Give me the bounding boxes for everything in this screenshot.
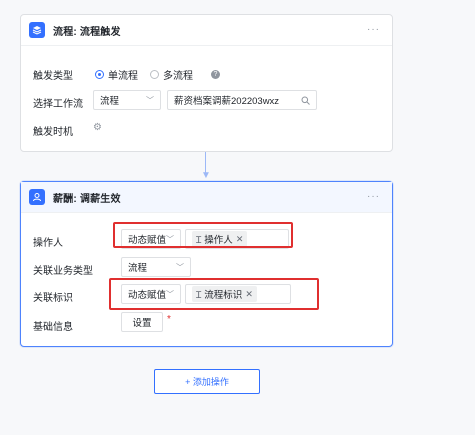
workflow-search-value: 薪资档案调薪202203wxz	[174, 96, 280, 107]
highlight-box-identifier	[109, 278, 319, 310]
identifier-label: 关联标识	[33, 293, 73, 304]
multi-flow-radio[interactable]	[150, 70, 159, 79]
required-mark: *	[167, 314, 171, 325]
workflow-type-select[interactable]: 流程 ﹀	[93, 90, 161, 110]
trigger-time-label: 触发时机	[33, 127, 73, 138]
workflow-label: 选择工作流	[33, 99, 83, 110]
gear-icon[interactable]: ⚙	[93, 122, 102, 133]
workflow-type-value: 流程	[100, 96, 120, 107]
trigger-type-options: 单流程 多流程 ?	[95, 67, 220, 82]
trigger-card-header: 流程: 流程触发 ···	[21, 15, 392, 46]
more-icon[interactable]: ···	[367, 191, 380, 202]
user-icon	[29, 189, 45, 205]
operator-label: 操作人	[33, 238, 63, 249]
trigger-card: 流程: 流程触发 ··· 触发类型 单流程 多流程 ? 选择工作流 流程 ﹀ 薪…	[20, 14, 393, 152]
more-icon[interactable]: ···	[367, 24, 380, 35]
chevron-down-icon: ﹀	[146, 96, 154, 105]
workflow-icon	[29, 22, 45, 38]
workflow-search-input[interactable]: 薪资档案调薪202203wxz	[167, 90, 317, 110]
single-flow-radio[interactable]	[95, 70, 104, 79]
trigger-card-title: 流程: 流程触发	[53, 26, 121, 38]
add-action-label: + 添加操作	[185, 377, 229, 387]
biz-type-label: 关联业务类型	[33, 266, 93, 277]
base-info-label: 基础信息	[33, 322, 73, 333]
search-icon	[301, 96, 310, 105]
trigger-type-label: 触发类型	[33, 71, 73, 82]
chevron-down-icon: ﹀	[176, 263, 184, 272]
highlight-box-operator	[113, 222, 293, 248]
action-card: 薪酬: 调薪生效 ··· 操作人 动态赋值 ﹀ Ɪ 操作人 ✕ 关联业务类型 流…	[20, 181, 393, 347]
action-card-header: 薪酬: 调薪生效 ···	[21, 182, 392, 213]
arrow-down-icon: ▼	[201, 170, 211, 181]
biz-type-select[interactable]: 流程 ﹀	[121, 257, 191, 277]
settings-button-label: 设置	[132, 318, 152, 329]
biz-type-value: 流程	[128, 263, 148, 274]
single-flow-label: 单流程	[108, 71, 138, 82]
action-card-title: 薪酬: 调薪生效	[53, 193, 121, 205]
multi-flow-label: 多流程	[163, 71, 193, 82]
settings-button[interactable]: 设置	[121, 312, 163, 332]
add-action-button[interactable]: + 添加操作	[154, 369, 260, 394]
help-icon[interactable]: ?	[211, 70, 220, 79]
